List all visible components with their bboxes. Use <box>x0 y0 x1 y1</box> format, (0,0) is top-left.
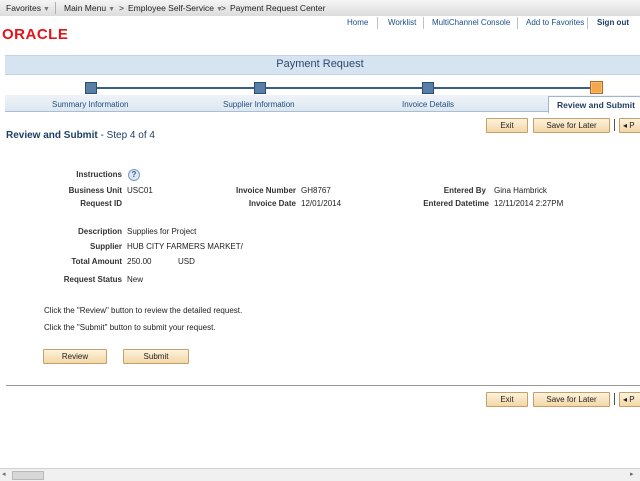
add-to-favorites-link[interactable]: Add to Favorites <box>526 18 584 27</box>
header-divider <box>517 17 518 29</box>
main-menu-label: Main Menu <box>64 3 107 13</box>
previous-button[interactable]: ◂ P <box>619 118 640 133</box>
main-menu[interactable]: Main Menu ▼ <box>64 3 115 13</box>
chevron-down-icon: ▼ <box>108 6 115 13</box>
invoice-date-value: 12/01/2014 <box>301 199 342 208</box>
supplier-value: HUB CITY FARMERS MARKET/ <box>127 242 243 251</box>
section-title: Review and Submit <box>6 130 98 141</box>
chevron-down-icon: ▼ <box>42 6 50 13</box>
breadcrumb-current[interactable]: Payment Request Center <box>230 3 325 13</box>
instructions-label: Instructions <box>76 170 122 179</box>
header-divider <box>377 17 378 29</box>
description-value: Supplies for Project <box>127 227 197 236</box>
scroll-right-icon[interactable]: ▸ <box>630 470 634 478</box>
entered-datetime-value: 12/11/2014 2:27PM <box>494 199 564 208</box>
description-label: Description <box>77 227 122 236</box>
favorites-label: Favorites <box>6 3 41 13</box>
review-button[interactable]: Review <box>43 349 107 364</box>
multichannel-console-link[interactable]: MultiChannel Console <box>432 18 510 27</box>
submit-instruction-text: Click the "Submit" button to submit your… <box>44 323 216 332</box>
worklist-link[interactable]: Worklist <box>388 18 416 27</box>
exit-button-bottom[interactable]: Exit <box>486 392 528 407</box>
employee-self-service-label: Employee Self-Service <box>128 3 214 13</box>
invoice-date-label: Invoice Date <box>248 199 296 208</box>
previous-button-bottom[interactable]: ◂ P <box>619 392 640 407</box>
exit-button[interactable]: Exit <box>486 118 528 133</box>
total-amount-value: 250.00 <box>127 257 152 266</box>
page-title: Payment Request <box>276 58 364 70</box>
supplier-label: Supplier <box>89 242 122 251</box>
entered-datetime-label: Entered Datetime <box>423 199 489 208</box>
invoice-number-value: GH8767 <box>301 186 331 195</box>
entered-by-value: Gina Hambrick <box>494 186 547 195</box>
submit-button[interactable]: Submit <box>123 349 189 364</box>
train-connector <box>90 87 598 89</box>
request-id-label: Request ID <box>80 199 122 208</box>
request-status-label: Request Status <box>63 275 122 284</box>
sign-out-link[interactable]: Sign out <box>597 18 629 27</box>
breadcrumb-arrow-icon: > <box>221 3 226 13</box>
step-invoice-details[interactable]: Invoice Details <box>402 100 454 109</box>
section-heading: Review and Submit - Step 4 of 4 <box>6 130 155 141</box>
section-divider <box>6 385 640 386</box>
train-stop-summary[interactable] <box>85 82 97 94</box>
train-stop-invoice[interactable] <box>422 82 434 94</box>
header-divider <box>587 17 588 29</box>
breadcrumb-bar: Favorites ▼ Main Menu ▼ > Employee Self-Se… <box>0 0 640 17</box>
scrollbar-thumb[interactable] <box>12 471 44 480</box>
help-icon[interactable]: ? <box>128 169 140 181</box>
train-stop-supplier[interactable] <box>254 82 266 94</box>
invoice-number-label: Invoice Number <box>235 186 296 195</box>
header-divider <box>423 17 424 29</box>
business-unit-value: USC01 <box>127 186 153 195</box>
save-for-later-button-bottom[interactable]: Save for Later <box>533 392 610 407</box>
step-review-and-submit: Review and Submit <box>548 96 640 113</box>
home-link[interactable]: Home <box>347 18 368 27</box>
toolbar-divider <box>614 393 615 405</box>
breadcrumb-divider <box>55 2 56 14</box>
step-indicator: - Step 4 of 4 <box>100 130 155 141</box>
save-for-later-button[interactable]: Save for Later <box>533 118 610 133</box>
currency-value: USD <box>178 257 195 266</box>
train-stop-review-current <box>590 81 603 94</box>
review-instruction-text: Click the "Review" button to review the … <box>44 306 243 315</box>
oracle-logo: ORACLE <box>2 26 69 43</box>
breadcrumb-arrow-icon: > <box>119 3 124 13</box>
step-summary-information[interactable]: Summary Information <box>52 100 128 109</box>
scroll-left-icon[interactable]: ◂ <box>2 470 6 478</box>
header: Home Worklist MultiChannel Console Add t… <box>0 16 640 52</box>
employee-self-service-menu[interactable]: Employee Self-Service ▼ <box>128 3 223 13</box>
step-supplier-information[interactable]: Supplier Information <box>223 100 295 109</box>
total-amount-label: Total Amount <box>71 257 122 266</box>
request-status-value: New <box>127 275 144 284</box>
favorites-menu[interactable]: Favorites ▼ <box>6 3 50 13</box>
horizontal-scrollbar[interactable]: ◂ ▸ <box>0 468 640 481</box>
entered-by-label: Entered By <box>443 186 486 195</box>
step-review-and-submit-label: Review and Submit <box>557 100 635 110</box>
toolbar-divider <box>614 119 615 131</box>
business-unit-label: Business Unit <box>68 186 122 195</box>
